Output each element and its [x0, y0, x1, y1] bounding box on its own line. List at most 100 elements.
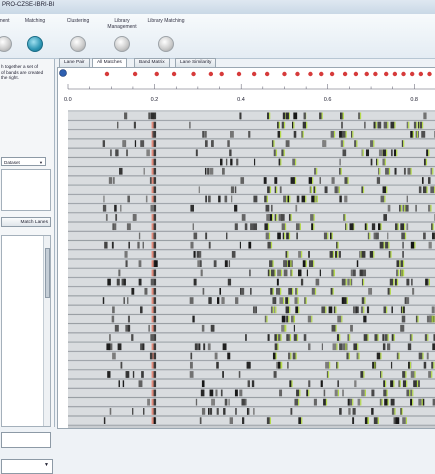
gel-band — [199, 186, 200, 193]
gel-band — [208, 343, 211, 350]
gel-band — [195, 343, 198, 350]
gel-band — [222, 168, 225, 175]
tab-lane-similarity[interactable]: Lane Similarity — [175, 58, 216, 67]
match-lanes-button[interactable]: Match Lanes — [1, 217, 51, 227]
gel-band — [342, 390, 343, 397]
gel-band — [350, 325, 353, 332]
dataset-select[interactable]: Dataset ▼ — [1, 157, 46, 166]
gel-band — [337, 380, 339, 387]
gel-band — [353, 408, 356, 415]
gel-band — [298, 417, 301, 424]
gel-band — [194, 279, 197, 286]
step-matching[interactable]: Matching — [13, 18, 57, 52]
gel-band — [230, 159, 232, 166]
lanes-list[interactable] — [1, 235, 51, 427]
gel-band — [248, 380, 250, 387]
tab-lane-pair[interactable]: Lane Pair — [59, 58, 90, 67]
gel-band — [343, 343, 345, 350]
gel-band — [372, 223, 375, 230]
gel-band — [374, 334, 377, 341]
gel-band — [428, 205, 430, 212]
matched-band-highlight — [298, 306, 299, 313]
gel-band — [222, 297, 225, 304]
matched-band-highlight — [398, 270, 399, 277]
gel-band — [223, 408, 225, 415]
gel-band — [297, 196, 300, 203]
gel-band — [332, 177, 335, 184]
gel-band — [362, 279, 363, 286]
gel-band — [275, 343, 278, 350]
step-library-management[interactable]: Library Management — [100, 18, 144, 52]
gel-band — [413, 380, 417, 387]
gel-band — [196, 149, 198, 156]
matched-band-highlight — [432, 316, 433, 323]
matched-band-highlight — [393, 279, 394, 286]
matched-band-highlight — [317, 196, 318, 203]
gel-band — [402, 417, 406, 424]
gel-band — [279, 390, 282, 397]
gel-band — [353, 306, 355, 313]
gel-band — [283, 196, 286, 203]
lanes-list-scrollbar[interactable] — [43, 236, 50, 426]
gel-band — [309, 177, 312, 184]
gel-band — [427, 353, 429, 360]
matched-band-highlight — [382, 399, 383, 406]
gel-band — [123, 297, 124, 304]
gel-band — [225, 196, 228, 203]
gel-band — [119, 168, 122, 175]
gel-matches-canvas[interactable]: 0.00.20.40.60.8 — [58, 68, 435, 428]
gel-band — [264, 177, 267, 184]
gel-band — [391, 362, 392, 369]
matched-band-highlight — [333, 288, 334, 295]
gel-band — [211, 399, 215, 406]
matched-band-highlight — [417, 131, 418, 138]
matched-band-highlight — [300, 223, 301, 230]
match-marker — [295, 72, 299, 76]
step-clustering[interactable]: Clustering — [56, 18, 100, 52]
matched-band-highlight — [280, 288, 281, 295]
match-marker — [265, 72, 269, 76]
gel-band — [127, 223, 131, 230]
gel-band — [311, 260, 314, 267]
filter-input[interactable] — [1, 432, 51, 448]
gel-band — [253, 306, 256, 313]
matched-band-highlight — [414, 242, 415, 249]
matched-band-highlight — [373, 140, 374, 147]
gel-band — [229, 260, 230, 267]
gel-band — [307, 270, 308, 277]
gel-band — [242, 417, 244, 424]
gel-band — [323, 140, 326, 147]
gel-band — [209, 408, 212, 415]
gel-band — [354, 140, 356, 147]
gel-band — [218, 196, 220, 203]
matched-band-highlight — [270, 186, 271, 193]
option-select[interactable]: ▼ — [1, 459, 53, 474]
gel-band — [268, 334, 270, 341]
matched-band-highlight — [306, 297, 307, 304]
gel-band — [420, 122, 422, 129]
scrollbar-thumb[interactable] — [45, 248, 50, 298]
gel-band — [148, 113, 150, 120]
gel-band — [323, 399, 326, 406]
gel-band — [396, 260, 399, 267]
gel-band — [341, 140, 343, 147]
match-marker — [343, 72, 347, 76]
gel-band — [131, 288, 134, 295]
gel-band — [199, 251, 201, 258]
step-library-matching[interactable]: Library Matching — [144, 18, 188, 52]
gel-band — [190, 242, 193, 249]
gel-band — [279, 159, 280, 166]
matched-band-highlight — [326, 399, 327, 406]
matched-band-highlight — [399, 260, 400, 267]
gel-band — [312, 288, 315, 295]
gel-band — [225, 260, 228, 267]
gel-band — [277, 122, 279, 129]
gel-band — [389, 251, 391, 258]
gel-band — [394, 168, 396, 175]
gel-band — [249, 270, 250, 277]
matched-band-highlight — [426, 159, 427, 166]
gel-band — [289, 214, 291, 221]
gel-band — [154, 140, 157, 147]
matched-band-highlight — [346, 131, 347, 138]
tab-band-matrix[interactable]: Band Matrix — [134, 58, 170, 67]
